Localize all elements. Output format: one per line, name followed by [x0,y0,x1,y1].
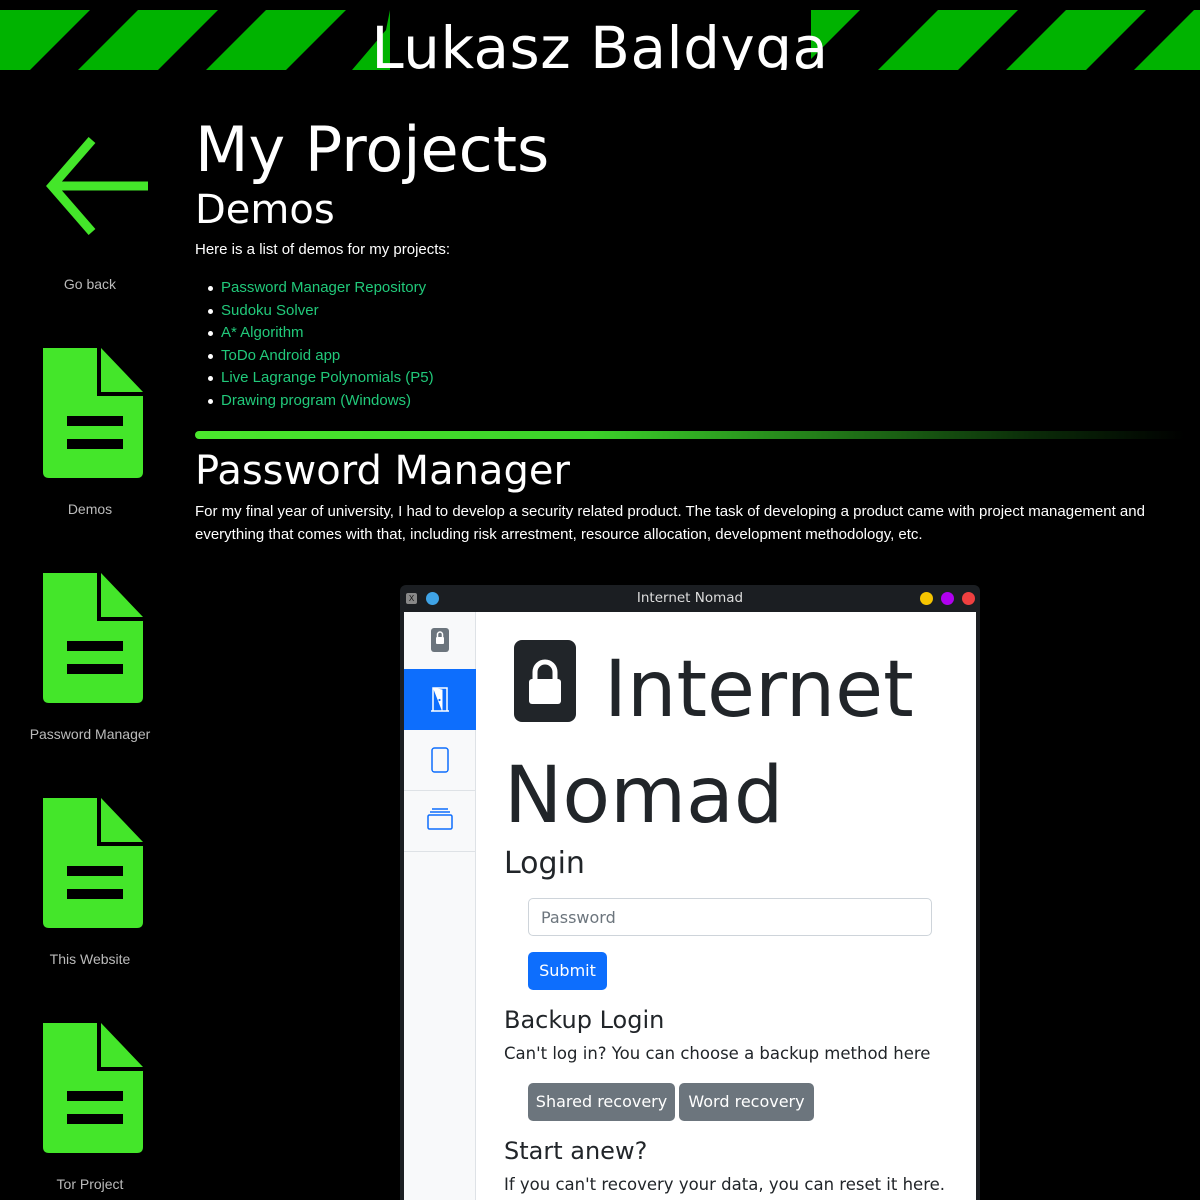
sidebar-item-label: Demos [67,501,113,517]
layers-icon [427,808,453,830]
backup-login-text: Can't log in? You can choose a backup me… [504,1044,931,1063]
start-anew-heading: Start anew? [504,1137,648,1165]
app-window-screenshot: X Internet Nomad Internet Nomad Login Su… [400,585,980,1200]
demos-list: Password Manager Repository Sudoku Solve… [195,277,1185,412]
app-brand: Internet Nomad [504,637,954,849]
sidebar-item-label: Password Manager [29,726,151,742]
document-icon [43,573,143,703]
app-brand-line1: Internet [604,645,914,735]
document-icon [43,1023,143,1153]
demo-link-todo-android[interactable]: ToDo Android app [221,347,340,364]
minimize-button[interactable] [920,592,933,605]
window-titlebar: X Internet Nomad [400,585,980,612]
site-title: Lukasz Baldyga [371,14,829,70]
start-anew-text: If you can't recovery your data, you can… [504,1175,946,1194]
password-input[interactable] [528,898,932,936]
word-recovery-button[interactable]: Word recovery [679,1083,814,1121]
sidebar-item-this-website[interactable]: This Website [0,796,180,967]
sidebar-item-label: Go back [63,276,117,292]
nav-collection[interactable] [404,791,476,852]
backup-login-heading: Backup Login [504,1006,665,1034]
maximize-button[interactable] [941,592,954,605]
sidebar-item-label: Tor Project [56,1176,124,1192]
login-heading: Login [504,846,585,881]
list-item: Drawing program (Windows) [208,390,1185,413]
app-body: Internet Nomad Login Submit Backup Login… [404,612,976,1200]
page-title: My Projects [195,113,550,186]
list-item: Live Lagrange Polynomials (P5) [208,367,1185,390]
list-item: A* Algorithm [208,322,1185,345]
document-icon [43,348,143,478]
demo-link-sudoku-solver[interactable]: Sudoku Solver [221,302,319,319]
lock-icon [431,628,449,652]
demos-intro: Here is a list of demos for my projects: [195,241,451,258]
sidebar-item-tor-project[interactable]: Tor Project [0,1021,180,1192]
section-divider [195,431,1185,439]
sidebar-item-demos[interactable]: Demos [0,346,180,517]
list-item: Sudoku Solver [208,300,1185,323]
tablet-icon [431,747,449,773]
window-title: Internet Nomad [636,590,744,606]
list-item: Password Manager Repository [208,277,1185,300]
door-icon [431,687,449,712]
demo-link-a-star[interactable]: A* Algorithm [221,324,304,341]
lock-icon [514,640,576,722]
site-header: Lukasz Baldyga [0,10,1200,70]
demo-link-drawing-program[interactable]: Drawing program (Windows) [221,392,411,409]
password-manager-description: For my final year of university, I had t… [195,503,1145,543]
demos-heading: Demos [195,187,335,233]
app-brand-line2: Nomad [504,751,784,841]
demo-link-password-manager[interactable]: Password Manager Repository [221,279,426,296]
app-nav [404,612,476,1200]
submit-button[interactable]: Submit [528,952,607,990]
password-manager-heading: Password Manager [195,448,570,494]
close-button[interactable] [962,592,975,605]
sidebar-item-go-back[interactable]: Go back [0,120,180,292]
nav-lock[interactable] [404,612,476,673]
demo-link-lagrange[interactable]: Live Lagrange Polynomials (P5) [221,369,434,386]
sidebar-item-password-manager[interactable]: Password Manager [0,571,180,742]
arrow-left-icon [46,137,148,235]
nav-login[interactable] [404,669,476,730]
document-icon [43,798,143,928]
nav-device[interactable] [404,730,476,791]
sidebar-item-label: This Website [49,951,131,967]
list-item: ToDo Android app [208,345,1185,368]
main-content: My Projects Demos Here is a list of demo… [195,110,1185,546]
shared-recovery-button[interactable]: Shared recovery [528,1083,675,1121]
